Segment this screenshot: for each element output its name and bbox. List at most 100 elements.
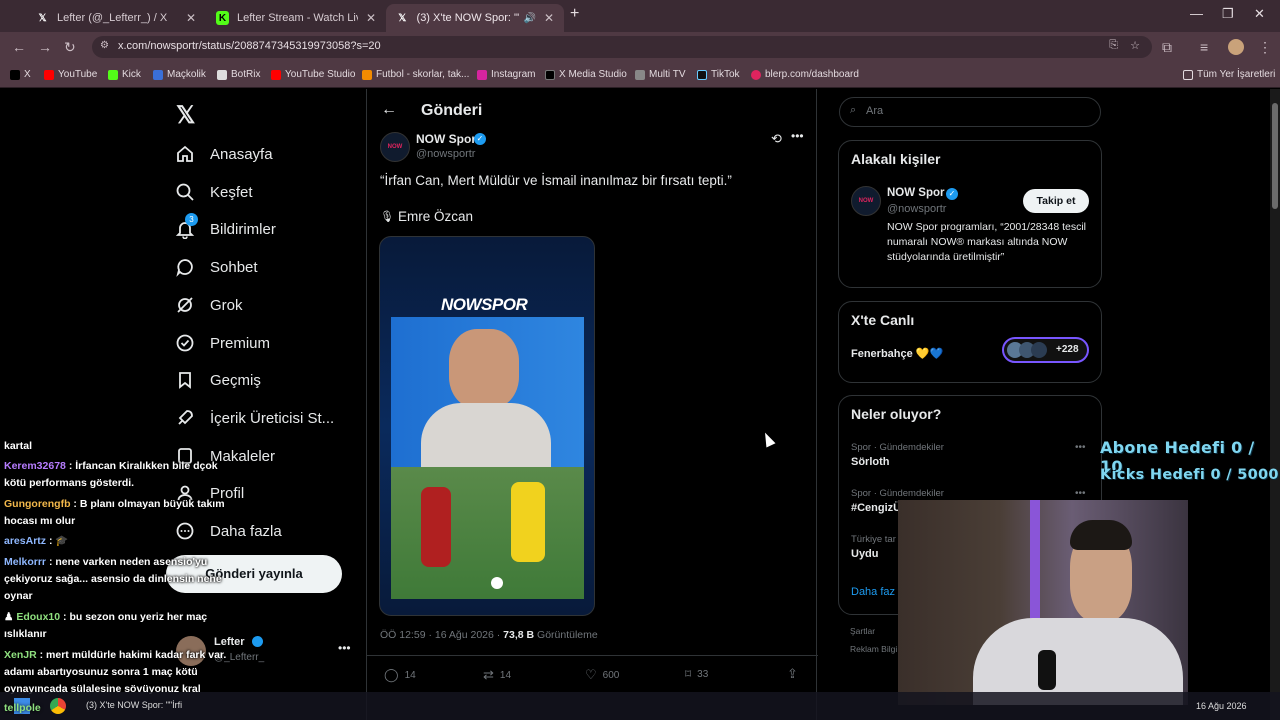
speaker-icon[interactable]: 🔊 [523,13,535,24]
like-button[interactable]: ♡ 600 [585,667,619,683]
chat-user: XenJR [4,649,37,661]
bookmark-youtube-studio[interactable]: YouTube Studio [271,69,355,80]
nav-notifications[interactable]: 3 Bildirimler [174,213,276,240]
scrollbar[interactable] [1270,89,1280,720]
tab-title: Lefter (@_Lefterr_) / X [57,12,168,24]
install-icon[interactable]: ⎘ [1109,39,1118,52]
author-handle[interactable]: @nowsportr [416,148,475,160]
nav-creator-studio[interactable]: İçerik Üreticisi St... [174,407,334,429]
bookmark-blerp[interactable]: blerp.com/dashboard [751,69,859,80]
grok-icon[interactable]: ⟲ [771,131,782,147]
back-icon[interactable]: ← [12,39,26,55]
back-arrow-icon[interactable]: ← [381,101,397,119]
profile-avatar[interactable] [1228,39,1244,55]
author-avatar[interactable]: NOW [380,132,410,162]
footer-terms[interactable]: Şartlar [850,626,875,636]
nav-premium[interactable]: Premium [174,332,270,354]
more-icon[interactable]: ••• [1075,442,1086,453]
close-icon[interactable]: ✕ [186,11,196,25]
nav-label: Keşfet [210,183,253,201]
tab-1[interactable]: 𝕏 Lefter (@_Lefterr_) / X ✕ [26,4,206,32]
bookmark-x[interactable]: X [10,69,31,80]
trend-item[interactable]: Türkiye tar Uydu [851,534,896,560]
bookmark-label: X Media Studio [559,69,627,80]
more-icon[interactable]: ••• [1075,488,1086,499]
post-timestamp[interactable]: ÖÖ 12:59 · 16 Ağu 2026 · [380,629,500,641]
trend-item[interactable]: Spor · Gündemdekiler Sörloth [851,442,944,468]
reply-icon: ◯ [384,667,399,682]
close-icon[interactable]: ✕ [366,11,376,25]
bookmark-kick[interactable]: Kick [108,69,141,80]
close-window-icon[interactable]: ✕ [1254,6,1265,22]
trend-meta: Türkiye tar [851,534,896,545]
chat-user: aresArtz [4,535,47,547]
url-field[interactable]: ⚙ x.com/nowsportr/status/208874734531997… [92,36,1152,58]
bookmark-futbol[interactable]: Futbol - skorlar, tak... [362,69,469,80]
bookmark-button[interactable]: ⌑ 33 [685,667,708,681]
scrollbar-thumb[interactable] [1272,103,1278,209]
share-icon[interactable]: ⇪ [787,666,798,682]
tab-2[interactable]: K Lefter Stream - Watch Live on Kick ✕ [206,4,386,32]
extensions-icon[interactable]: ⧉ [1162,39,1172,56]
card-title: X'te Canlı [851,312,915,328]
repost-button[interactable]: ⇄ 14 [483,667,511,683]
menu-icon[interactable]: ⋮ [1258,39,1272,56]
more-icon[interactable]: ••• [791,129,804,143]
footer-ads[interactable]: Reklam Bilgi [850,644,897,654]
new-tab-icon[interactable]: + [570,5,579,23]
site-info-icon[interactable]: ⚙ [100,40,109,51]
taskbar-window-title[interactable]: (3) X'te NOW Spor: ""İrfi [86,700,182,710]
views-label: Görüntüleme [537,629,598,641]
x-logo-icon: 𝕏 [398,12,407,24]
close-icon[interactable]: ✕ [544,11,554,25]
chrome-icon[interactable] [50,698,66,714]
media-icon[interactable]: ≡ [1200,39,1208,55]
reply-button[interactable]: ◯ 14 [384,667,416,683]
bookmark-botrix[interactable]: BotRix [217,69,260,80]
bookmark-x-media-studio[interactable]: X Media Studio [545,69,627,80]
author-name[interactable]: NOW Spor [416,132,476,146]
verified-icon [174,332,196,354]
avatar[interactable]: NOW [851,186,881,216]
search-icon [174,181,196,203]
tab-bar: 𝕏 Lefter (@_Lefterr_) / X ✕ K Lefter Str… [0,0,1280,32]
search-input[interactable]: ⌕ Ara [839,97,1101,127]
tab-title: (3) X'te NOW Spor: ""İrfan C... [416,12,520,24]
post-media[interactable]: NOWSPOR [379,236,595,616]
bookmark-mackolik[interactable]: Maçkolik [153,69,206,80]
nav-explore[interactable]: Keşfet [174,181,253,203]
rocket-icon [174,407,196,429]
nav-history[interactable]: Geçmiş [174,369,261,391]
nav-grok[interactable]: Grok [174,294,243,316]
related-handle[interactable]: @nowsportr [887,203,946,215]
chat-user: Gungorengfb [4,498,71,510]
related-people-card: Alakalı kişiler NOW NOW Spor ✓ @nowsport… [838,140,1102,288]
follow-button[interactable]: Takip et [1023,189,1089,213]
live-listeners[interactable]: +228 [1002,337,1089,363]
nav-chat[interactable]: Sohbet [174,256,258,278]
show-more-link[interactable]: Daha faz [851,586,895,598]
bookmark-label: TikTok [711,69,740,80]
tab-3[interactable]: 𝕏 (3) X'te NOW Spor: ""İrfan C... 🔊 ✕ [386,4,564,32]
x-logo-icon[interactable]: 𝕏 [176,101,195,130]
nav-home[interactable]: Anasayfa [174,143,273,165]
bookmark-label: YouTube [58,69,98,80]
star-icon[interactable]: ☆ [1130,39,1140,52]
bookmark-count: 33 [697,668,709,680]
ball [491,577,503,589]
bookmark-instagram[interactable]: Instagram [477,69,535,80]
reload-icon[interactable]: ↻ [64,39,76,56]
bookmark-youtube[interactable]: YouTube [44,69,97,80]
maximize-icon[interactable]: ❐ [1222,6,1234,22]
more-icon[interactable]: ••• [338,641,351,655]
tab-title: Lefter Stream - Watch Live on Kick [237,12,358,24]
minimize-icon[interactable]: — [1190,6,1203,21]
bookmark-tiktok[interactable]: TikTok [697,69,740,80]
bookmark-multi-tv[interactable]: Multi TV [635,69,686,80]
related-name[interactable]: NOW Spor [887,187,945,199]
all-bookmarks[interactable]: Tüm Yer İşaretleri [1183,69,1275,80]
folder-icon [1183,69,1193,80]
media-brand: NOWSPOR [441,295,528,314]
live-space-name[interactable]: Fenerbahçe 💛💙 [851,347,943,360]
forward-icon[interactable]: → [38,39,52,55]
